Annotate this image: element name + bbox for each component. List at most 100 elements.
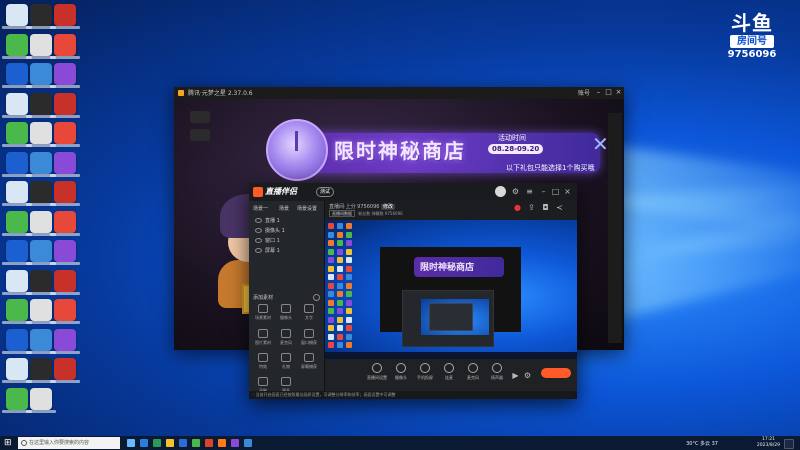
tool-camera[interactable]: 摄像头 [275, 304, 297, 321]
desktop-shortcut-icon[interactable] [2, 299, 32, 324]
close-icon[interactable]: × [615, 89, 622, 96]
co-host-button[interactable]: 连麦 [437, 363, 461, 381]
game-side-button[interactable] [190, 111, 210, 123]
desktop-shortcut-icon[interactable] [26, 387, 56, 413]
desktop-shortcut-icon[interactable] [50, 240, 80, 265]
game-window-titlebar[interactable]: 腾讯·元梦之星 2.37.0.6 账号 – □ × [174, 87, 624, 99]
file-explorer-icon[interactable] [166, 439, 174, 447]
eye-icon[interactable] [255, 238, 262, 243]
desktop-shortcut-icon[interactable] [50, 63, 80, 88]
system-clock[interactable]: 17:21 2023/8/29 [757, 437, 780, 449]
eye-icon[interactable] [255, 248, 262, 253]
tool-image[interactable]: 图片素材 [252, 329, 274, 346]
settings-icon[interactable]: ⚙ [523, 371, 532, 380]
desktop-shortcut-icon[interactable] [26, 4, 56, 29]
maximize-icon[interactable]: □ [605, 89, 612, 96]
eye-icon[interactable] [255, 218, 262, 223]
record-icon[interactable]: ● [513, 203, 522, 212]
desktop-shortcut-icon[interactable] [2, 210, 32, 236]
desktop-shortcut-icon[interactable] [26, 240, 56, 265]
source-item[interactable]: 窗口 1 [255, 237, 280, 244]
app-icon[interactable] [244, 439, 252, 447]
speaker-button[interactable]: 扬声器 [485, 363, 509, 381]
camera-icon[interactable]: ◘ [541, 203, 550, 212]
stat-chip[interactable]: 直播间数据 [329, 210, 355, 217]
desktop-shortcut-icon[interactable] [50, 92, 80, 118]
app-icon[interactable] [205, 439, 213, 447]
live-window-titlebar[interactable]: 直播伴侣 测试 ⚙ ≡ – □ × [249, 183, 577, 201]
game-account[interactable]: 账号 [578, 88, 590, 97]
desktop-shortcut-icon[interactable] [50, 122, 80, 147]
add-source-button[interactable]: 添加素材 [253, 294, 273, 301]
desktop-shortcut-icon[interactable] [2, 358, 32, 383]
close-icon[interactable]: × [563, 187, 572, 196]
live-companion-taskbar-icon[interactable] [218, 439, 226, 447]
tool-screen-capture[interactable]: 屏幕捕获 [298, 353, 320, 370]
start-live-button[interactable] [541, 368, 571, 378]
desktop-shortcut-icon[interactable] [50, 181, 80, 206]
stream-preview[interactable]: 限时神秘商店 [325, 220, 577, 360]
play-icon[interactable]: ▶ [511, 371, 520, 380]
tool-text[interactable]: 文字 [298, 304, 320, 321]
desktop-shortcut-icon[interactable] [2, 269, 32, 295]
avatar[interactable] [495, 186, 506, 197]
source-item[interactable]: 摄像头 1 [255, 227, 285, 234]
desktop-shortcut-icon[interactable] [2, 63, 32, 88]
desktop-shortcut-icon[interactable] [50, 33, 80, 59]
desktop-shortcut-icon[interactable] [26, 299, 56, 324]
camera-button[interactable]: 摄像头 [389, 363, 413, 381]
maximize-icon[interactable]: □ [551, 187, 560, 196]
desktop-shortcut-icon[interactable] [2, 92, 32, 118]
share-icon[interactable]: ⇪ [527, 203, 536, 212]
room-settings-button[interactable]: 直播间设置 [365, 363, 389, 381]
source-item[interactable]: 直播 1 [255, 217, 280, 224]
source-item[interactable]: 屏幕 1 [255, 247, 280, 254]
notification-icon[interactable] [784, 439, 794, 449]
minimize-icon[interactable]: – [539, 187, 548, 196]
desktop-shortcut-icon[interactable] [50, 299, 80, 324]
live-companion-window[interactable]: 直播伴侣 测试 ⚙ ≡ – □ × 场景一 场景 场景设置 直播 1 摄像头 1… [249, 183, 577, 399]
tool-gift[interactable]: 礼物 [275, 353, 297, 370]
store-icon[interactable] [179, 439, 187, 447]
desktop-shortcut-icon[interactable] [26, 92, 56, 118]
microphone-button[interactable]: 麦克风 [461, 363, 485, 381]
desktop-shortcut-icon[interactable] [26, 269, 56, 295]
desktop-shortcut-icon[interactable] [26, 181, 56, 206]
tab-scene-one[interactable]: 场景一 [253, 205, 268, 212]
tool-window-capture[interactable]: 窗口捕获 [298, 329, 320, 346]
desktop-shortcut-icon[interactable] [50, 151, 80, 177]
tab-scene-settings[interactable]: 场景设置 [297, 205, 317, 212]
edge-icon[interactable] [140, 439, 148, 447]
desktop-shortcut-icon[interactable] [26, 122, 56, 147]
edit-room-button[interactable]: 修改 [381, 204, 396, 210]
tool-mic[interactable]: 麦克风 [275, 329, 297, 346]
menu-icon[interactable]: ≡ [525, 187, 534, 196]
minimize-icon[interactable]: – [595, 89, 602, 96]
desktop-shortcut-icon[interactable] [26, 63, 56, 88]
search-input[interactable]: 在这里输入你要搜索的内容 [29, 439, 89, 446]
desktop-shortcut-icon[interactable] [50, 269, 80, 295]
tool-scene-material[interactable]: 场景素材 [252, 304, 274, 321]
desktop-shortcut-icon[interactable] [2, 33, 32, 59]
desktop-shortcut-icon[interactable] [50, 328, 80, 354]
app-badge[interactable]: 测试 [316, 187, 335, 197]
desktop-shortcut-icon[interactable] [2, 240, 32, 265]
desktop-shortcut-icon[interactable] [2, 122, 32, 147]
taskbar-search[interactable]: 在这里输入你要搜索的内容 [18, 437, 120, 449]
desktop-shortcut-icon[interactable] [26, 33, 56, 59]
game-side-button[interactable] [190, 129, 210, 141]
browser-icon[interactable] [153, 439, 161, 447]
tab-scene[interactable]: 场景 [279, 205, 289, 212]
desktop-shortcut-icon[interactable] [50, 4, 80, 29]
share-icon[interactable]: ≺ [555, 203, 564, 212]
phone-cast-button[interactable]: 手机投屏 [413, 363, 437, 381]
eye-icon[interactable] [255, 228, 262, 233]
help-icon[interactable] [313, 294, 320, 301]
weather-widget[interactable]: 30°C 多云 37 [686, 440, 718, 447]
desktop-shortcut-icon[interactable] [50, 210, 80, 236]
desktop-shortcut-icon[interactable] [26, 210, 56, 236]
desktop-shortcut-icon[interactable] [2, 387, 32, 413]
desktop-shortcut-icon[interactable] [26, 151, 56, 177]
desktop-shortcut-icon[interactable] [2, 4, 32, 29]
desktop-shortcut-icon[interactable] [2, 181, 32, 206]
